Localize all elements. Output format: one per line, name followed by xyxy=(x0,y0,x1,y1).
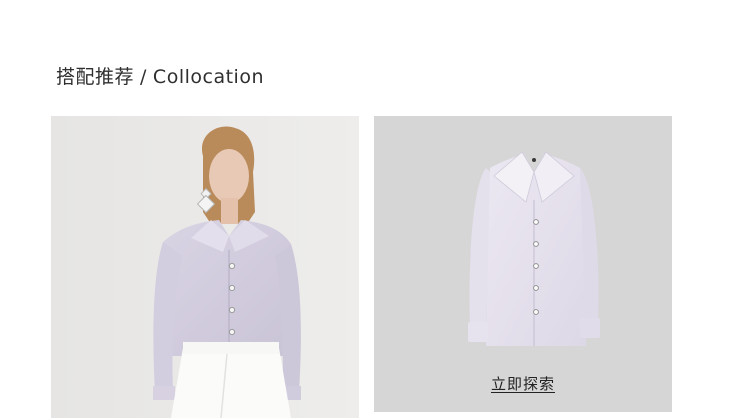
section-title-cn: 搭配推荐 xyxy=(56,66,135,88)
model-illustration xyxy=(51,116,359,418)
model-photo[interactable] xyxy=(51,116,359,418)
section-title: 搭配推荐 / Collocation xyxy=(56,62,264,89)
section-title-en: Collocation xyxy=(152,66,264,88)
product-card[interactable]: 立即探索 xyxy=(374,116,672,412)
shirt-product-image xyxy=(468,151,600,346)
explore-now-link[interactable]: 立即探索 xyxy=(374,373,672,394)
title-separator: / xyxy=(140,66,147,88)
